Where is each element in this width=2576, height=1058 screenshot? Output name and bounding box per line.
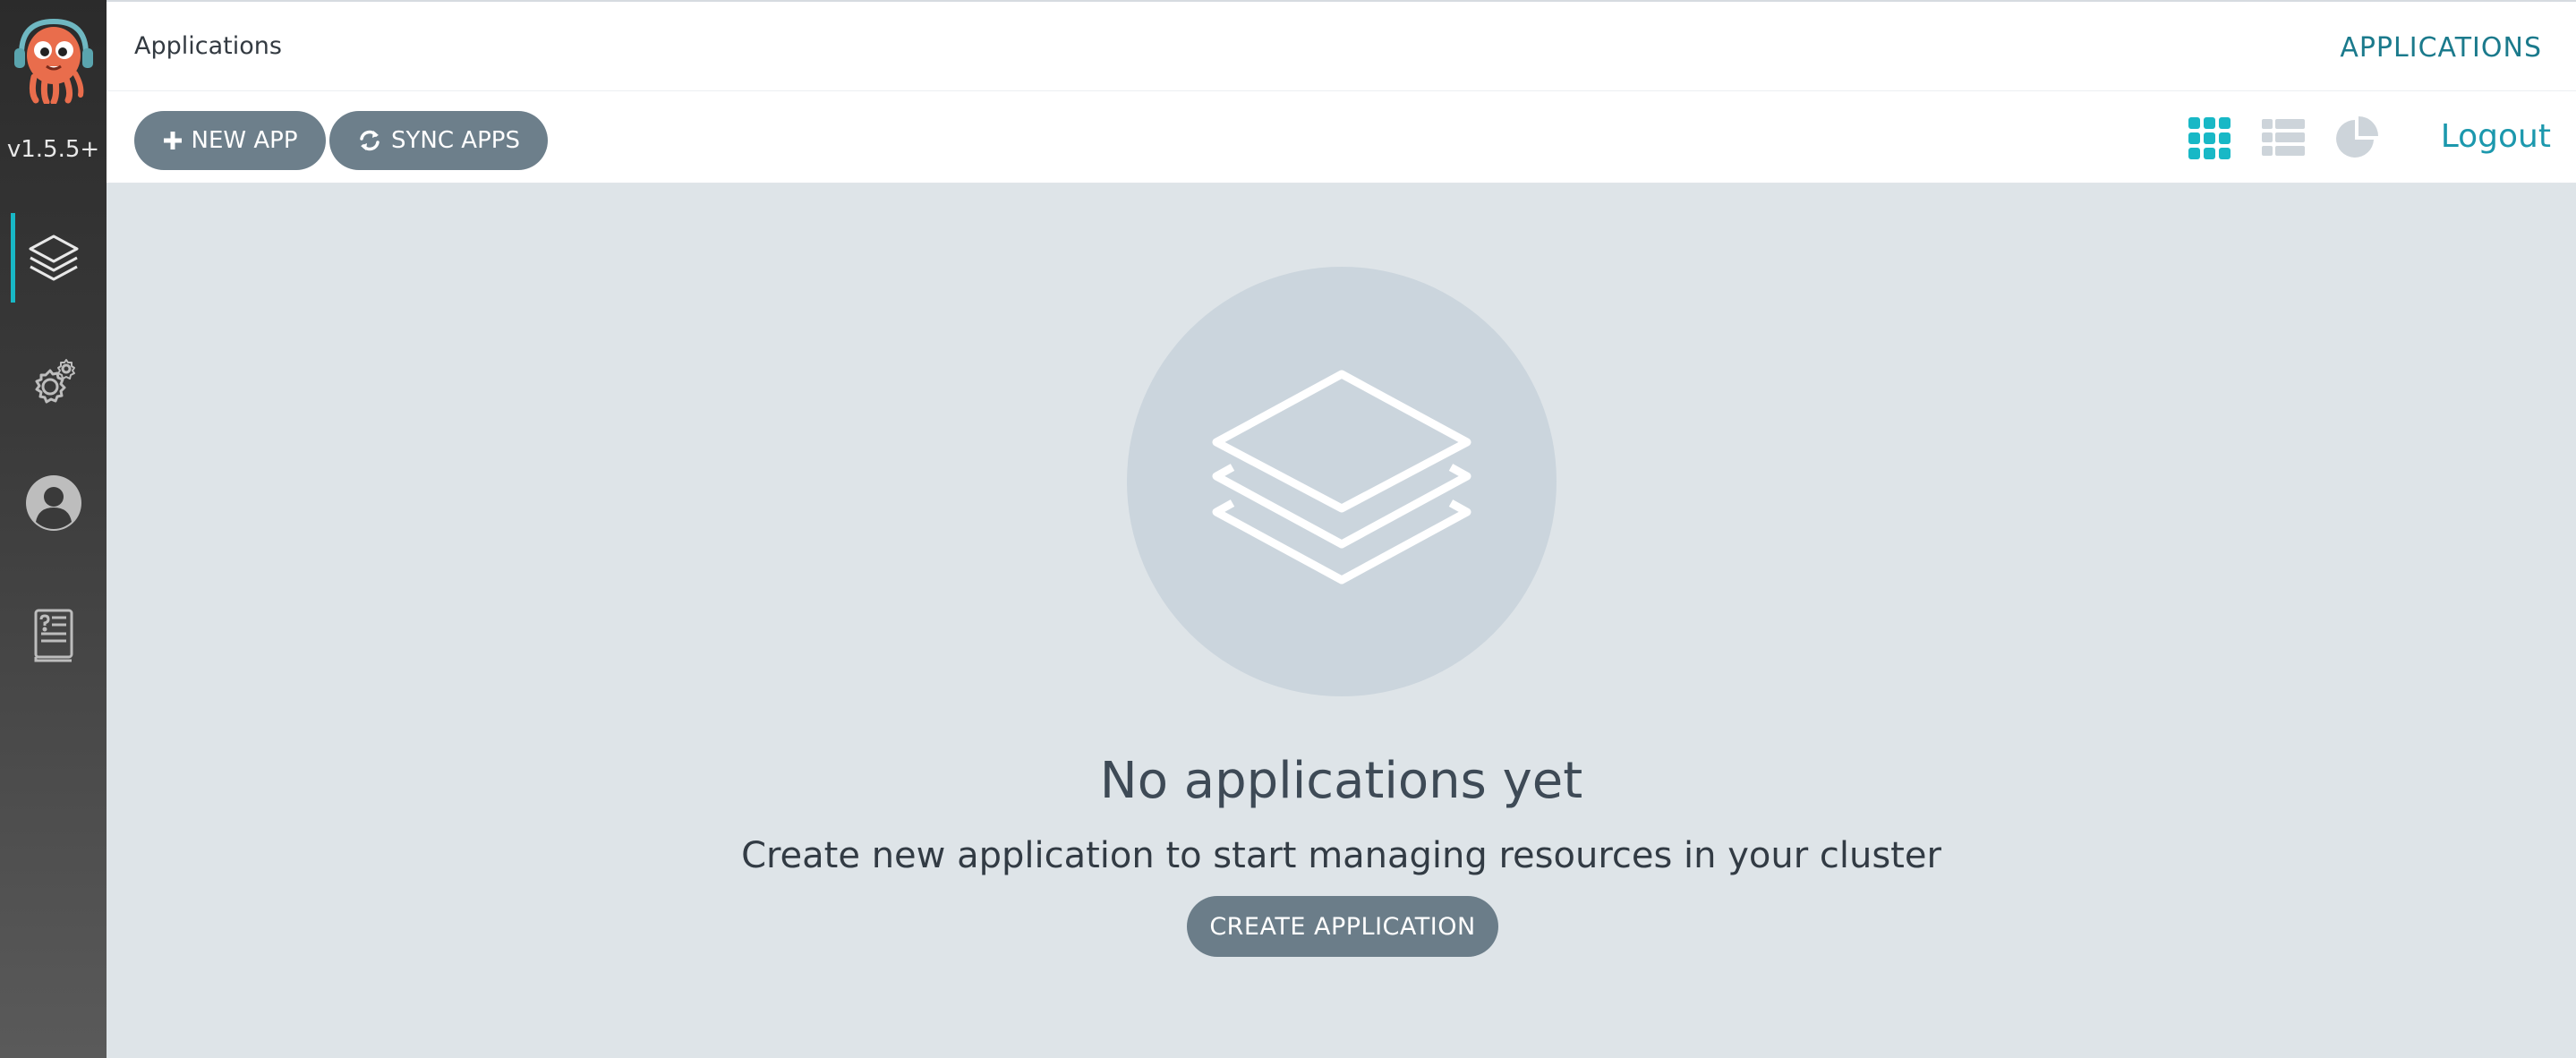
list-icon — [2261, 115, 2306, 165]
layers-icon — [25, 229, 82, 286]
layers-icon — [1207, 346, 1476, 619]
empty-state-subtitle: Create new application to start managing… — [741, 835, 1941, 876]
top-header: Applications APPLICATIONS — [107, 0, 2576, 91]
grid-icon — [2188, 115, 2232, 165]
empty-state-title: No applications yet — [1099, 752, 1583, 810]
argo-octopus-logo-icon[interactable] — [9, 14, 98, 106]
empty-state-illustration — [1127, 267, 1557, 696]
refresh-icon — [357, 128, 382, 153]
page-title: APPLICATIONS — [2340, 32, 2542, 64]
toolbar: NEW APP SYNC APPS Logout — [107, 91, 2576, 183]
gears-icon — [25, 354, 82, 412]
app-root: v1.5.5+ Applications APPLICATIONS NEW AP… — [0, 0, 2576, 1058]
new-app-label: NEW APP — [191, 127, 298, 154]
create-application-button[interactable]: CREATE APPLICATION — [1187, 896, 1498, 957]
plus-icon — [163, 131, 183, 150]
user-icon — [24, 474, 83, 533]
sidebar-item-documentation[interactable] — [0, 591, 107, 680]
list-view-button[interactable] — [2261, 117, 2306, 162]
applications-content: No applications yet Create new applicati… — [107, 183, 2576, 1058]
version-label: v1.5.5+ — [6, 136, 100, 163]
docs-book-icon — [29, 607, 79, 664]
grid-view-button[interactable] — [2188, 115, 2232, 165]
active-indicator — [11, 213, 15, 303]
summary-view-button[interactable] — [2334, 115, 2379, 162]
new-app-button[interactable]: NEW APP — [134, 111, 326, 170]
sync-apps-button[interactable]: SYNC APPS — [329, 111, 548, 170]
sidebar-item-user-info[interactable] — [0, 458, 107, 548]
sidebar-item-settings[interactable] — [0, 338, 107, 428]
sidebar: v1.5.5+ — [0, 0, 107, 1058]
view-switcher — [2188, 109, 2379, 170]
sidebar-item-applications[interactable] — [0, 213, 107, 303]
breadcrumb[interactable]: Applications — [134, 32, 282, 60]
logout-link[interactable]: Logout — [2441, 118, 2551, 155]
pie-chart-icon — [2333, 115, 2380, 166]
sync-apps-label: SYNC APPS — [391, 127, 520, 154]
